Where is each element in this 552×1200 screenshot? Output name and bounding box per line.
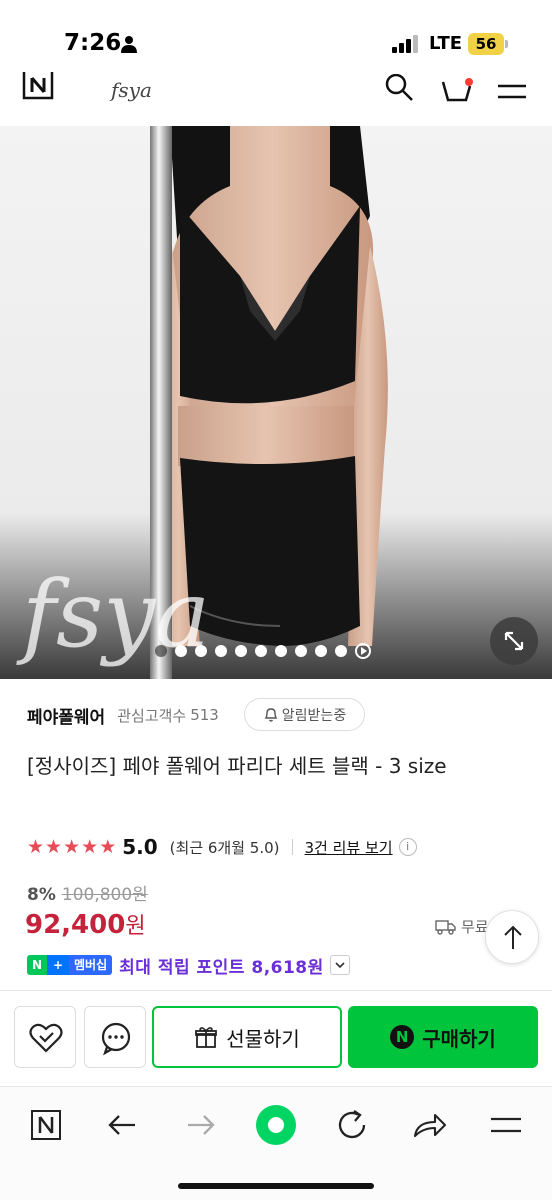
follower-label: 관심고객수: [117, 706, 187, 725]
carousel-play-icon[interactable]: [355, 643, 371, 659]
gift-button[interactable]: 선물하기: [152, 1006, 342, 1068]
star-icon: ★: [63, 836, 81, 858]
heart-check-icon: [29, 1023, 63, 1053]
green-dot-icon[interactable]: [254, 1103, 298, 1147]
refresh-icon[interactable]: [330, 1103, 374, 1147]
star-icon: ★: [45, 836, 63, 858]
truck-icon: [435, 919, 456, 935]
carousel-dot[interactable]: [195, 645, 207, 657]
info-icon[interactable]: i: [398, 838, 417, 856]
divider: [291, 839, 293, 855]
battery-icon: 56: [468, 33, 504, 55]
store-alert-button[interactable]: 알림받는중: [244, 698, 365, 731]
menu-icon[interactable]: [498, 78, 526, 100]
person-icon: [121, 36, 137, 53]
chat-icon: [101, 1022, 131, 1056]
shipping-info: 무료: [435, 916, 489, 937]
carousel-dot[interactable]: [215, 645, 227, 657]
naver-home-icon[interactable]: [24, 1103, 68, 1147]
star-icon: ★: [27, 836, 45, 858]
wishlist-button[interactable]: [14, 1006, 76, 1068]
gift-icon: [195, 1027, 218, 1048]
star-icon: ★: [81, 836, 99, 858]
sale-price: 92,400원: [25, 908, 146, 940]
naver-plus-membership-badge: N + 멤버십: [27, 955, 113, 975]
signal-icon: [392, 35, 418, 53]
forward-arrow-icon[interactable]: [178, 1103, 222, 1147]
product-photo: fsya: [0, 126, 552, 679]
badge-plus: +: [47, 955, 69, 975]
carousel-dot[interactable]: [295, 645, 307, 657]
battery-tip: [505, 40, 508, 48]
sale-price-value: 92,400: [25, 910, 126, 940]
discount-row: 8% 100,800원: [27, 880, 148, 905]
badge-member-label: 멤버십: [69, 955, 113, 975]
store-info: 페야폴웨어 관심고객수 513: [27, 700, 219, 730]
carousel-dot[interactable]: [175, 645, 187, 657]
expand-image-button[interactable]: [490, 617, 538, 665]
home-indicator: [178, 1183, 374, 1189]
scroll-top-button[interactable]: [485, 910, 539, 964]
back-arrow-icon[interactable]: [101, 1103, 145, 1147]
points-expand-button[interactable]: [329, 955, 350, 975]
max-points-text: 최대 적립 포인트 8,618원: [119, 957, 324, 978]
carousel-dot[interactable]: [235, 645, 247, 657]
store-name[interactable]: 페야폴웨어: [27, 703, 105, 728]
share-icon[interactable]: [407, 1103, 451, 1147]
follower-count: 513: [190, 706, 219, 724]
star-icon: ★: [99, 836, 117, 858]
network-label: LTE: [429, 33, 463, 54]
rating-value: 5.0: [122, 835, 158, 859]
cart-icon[interactable]: [440, 74, 474, 102]
chevron-down-icon: [335, 962, 345, 969]
bell-icon: [264, 707, 277, 722]
discount-rate: 8%: [27, 885, 56, 905]
gift-button-label: 선물하기: [226, 1026, 300, 1051]
badge-n: N: [27, 955, 47, 975]
rating-stars: ★ ★ ★ ★ ★: [27, 836, 116, 858]
buy-button-label: 구매하기: [422, 1026, 496, 1051]
naver-home-icon[interactable]: [22, 72, 54, 102]
purchase-action-bar: 선물하기 N 구매하기: [0, 990, 552, 1086]
carousel-dot[interactable]: [275, 645, 287, 657]
naver-pay-icon: N: [390, 1025, 415, 1049]
rating-row: ★ ★ ★ ★ ★ 5.0 (최근 6개월 5.0) 3건 리뷰 보기 i: [27, 833, 417, 861]
carousel-dot[interactable]: [335, 645, 347, 657]
expand-icon: [504, 631, 524, 651]
app-header: fsya: [0, 70, 552, 126]
rating-period: (최근 6개월 5.0): [169, 838, 280, 857]
membership-points: N + 멤버십 최대 적립 포인트 8,618원: [27, 952, 350, 978]
product-image[interactable]: fsya: [0, 126, 552, 679]
product-title: [정사이즈] 페야 폴웨어 파리다 세트 블랙 - 3 size: [27, 754, 447, 778]
search-icon[interactable]: [384, 74, 414, 102]
status-time: 7:26: [64, 30, 122, 56]
talktalk-button[interactable]: [84, 1006, 146, 1068]
carousel-dot[interactable]: [255, 645, 267, 657]
status-bar: 7:26 LTE 56: [0, 0, 552, 80]
review-link[interactable]: 3건 리뷰 보기: [305, 837, 393, 858]
original-price: 100,800원: [61, 885, 148, 905]
carousel-dot[interactable]: [155, 645, 167, 657]
sale-price-unit: 원: [125, 914, 146, 939]
menu-icon[interactable]: [484, 1103, 528, 1147]
carousel-indicator[interactable]: [155, 643, 371, 659]
carousel-dot[interactable]: [315, 645, 327, 657]
brand-logo[interactable]: fsya: [111, 78, 152, 102]
buy-button[interactable]: N 구매하기: [348, 1006, 538, 1068]
arrow-up-icon: [504, 925, 522, 949]
alert-button-label: 알림받는중: [281, 707, 347, 724]
